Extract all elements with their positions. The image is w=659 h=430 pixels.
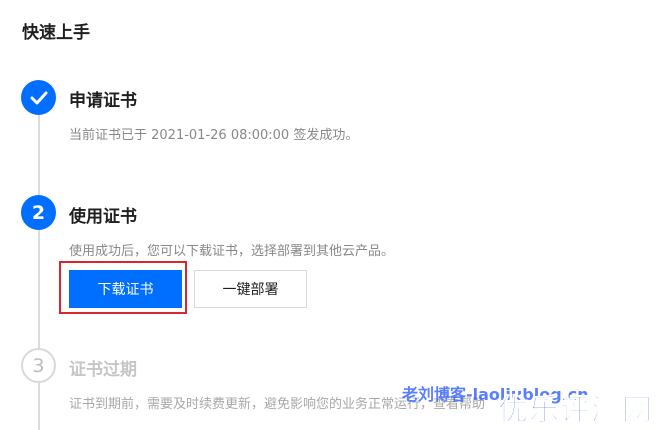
timeline-connector [38,229,40,348]
step-3-marker: 3 [21,348,56,383]
page-title: 快速上手 [22,23,90,43]
one-click-deploy-button[interactable]: 一键部署 [194,270,307,308]
watermark-logo: 优乐评测网 [498,393,653,429]
check-icon [30,91,48,105]
step-2-title: 使用证书 [69,207,137,227]
step-3-title: 证书过期 [69,360,137,380]
step-1-description: 当前证书已于 2021-01-26 08:00:00 签发成功。 [69,128,359,143]
timeline-connector [38,113,40,195]
timeline-connector [38,381,40,430]
step-1-title: 申请证书 [69,91,137,111]
step-1-marker [21,80,56,115]
step-2-marker: 2 [21,195,56,230]
download-certificate-button[interactable]: 下载证书 [69,270,182,308]
step-2-description: 使用成功后，您可以下载证书，选择部署到其他云产品。 [69,244,395,259]
